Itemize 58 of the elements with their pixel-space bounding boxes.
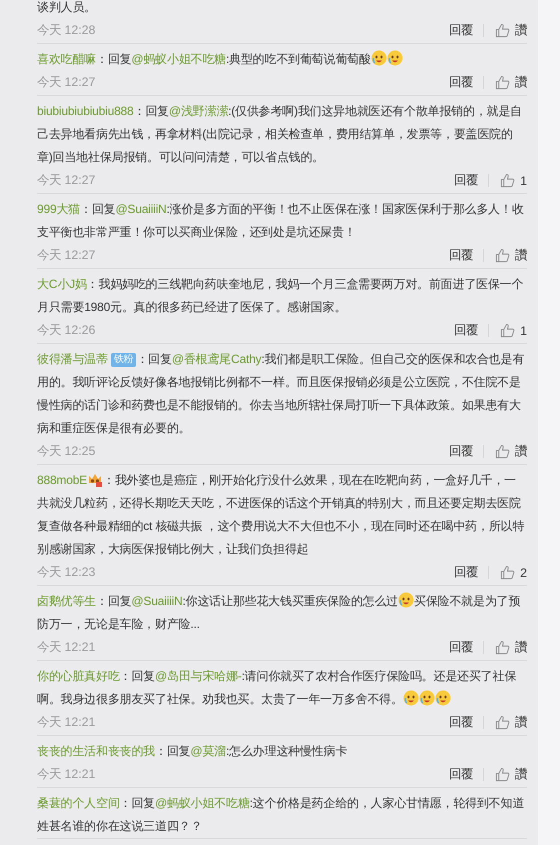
comment-time: 今天 12:23	[37, 564, 96, 581]
reply-link[interactable]: 回覆	[449, 766, 473, 783]
reply-link[interactable]: 回覆	[454, 172, 478, 189]
emoji-icon	[434, 690, 451, 706]
comment-time: 今天 12:25	[37, 443, 96, 460]
comment-text: 999大猫：回复@SuaiiiiN:涨价是多方面的平衡！也不止医保在涨！国家医保利于那么多人！收支平衡也非常严重！你可以买商业保险，还到处是坑还屎贵！	[37, 201, 525, 241]
like-button[interactable]: 讚	[495, 766, 527, 783]
comment-text: 你的心脏真好吃：回复@岛田与宋哈娜-:请问你就买了农村合作医疗保险吗。还是还买了社保啊。我身边很多朋友买了社保。劝我也买。太贵了一年一万多舍不得。	[37, 668, 518, 708]
like-button[interactable]: 讚	[495, 443, 527, 460]
emoji-icon	[386, 50, 403, 66]
thumbs-up-icon	[495, 767, 510, 782]
comment-text: 谈判人员。	[37, 0, 98, 16]
thumbs-up-icon	[495, 444, 510, 459]
thumbs-up-icon	[495, 248, 510, 263]
like-button[interactable]: 讚	[495, 74, 527, 91]
reply-link[interactable]: 回覆	[449, 74, 473, 91]
comment-time: 今天 12:21	[37, 766, 96, 783]
reply-link[interactable]: 回覆	[449, 443, 473, 460]
comment-text: 桑葚的个人空间：回复@蚂蚁小姐不吃糖:这个价格是药企给的，人家心甘情愿，轮得到不知道姓甚名谁的你在这说三道四？？	[37, 795, 526, 835]
comment-text: 丧丧的生活和丧丧的我：回复@莫溜:怎么办理这种慢性病卡	[37, 743, 348, 760]
thumbs-up-icon	[495, 75, 510, 90]
comment-time: 今天 12:28	[37, 22, 96, 39]
thumbs-up-icon	[495, 23, 510, 38]
emoji-icon	[398, 592, 414, 608]
comment-text: 喜欢吃醋嘛：回复@蚂蚁小姐不吃糖:典型的吃不到葡萄说葡萄酸	[37, 48, 527, 71]
thumbs-up-icon	[495, 640, 510, 655]
reply-link[interactable]: 回覆	[449, 639, 473, 656]
like-button[interactable]: 讚	[495, 714, 527, 731]
thumbs-up-icon	[495, 715, 510, 730]
thumbs-up-icon	[500, 173, 516, 188]
thumbs-up-icon	[500, 565, 516, 580]
comment-time: 今天 12:26	[37, 322, 96, 339]
thumbs-up-icon	[500, 323, 516, 338]
reply-link[interactable]: 回覆	[454, 564, 478, 581]
comment-time: 今天 12:27	[37, 74, 96, 91]
comment-time: 今天 12:27	[37, 172, 96, 189]
comment-text: 彼得潘与温蒂 铁粉 ：回复@香根鸢尾Cathy:我们都是职工保险。但自己交的医保和农合也是有用的。我听评论反馈好像各地报销比例都不一样。而且医保报销必须是公立医院，不住院不是慢性病的话门诊和药费也是不能报销的。你去当地所辖社保局打听一下具体政策。如果患有大病和重症医保是很有必要的。	[37, 351, 526, 437]
emoji-icon	[418, 690, 435, 706]
emoji-icon	[402, 690, 419, 706]
like-button[interactable]: 1	[500, 173, 527, 188]
reply-link[interactable]: 回覆	[449, 247, 473, 264]
like-button[interactable]: 讚	[495, 22, 527, 39]
comment-text: 大C小J妈：我妈妈吃的三线靶向药呋奎地尼，我妈一个月三盒需要两万对。前面进了医保一个月只需要1980元。真的很多药已经进了医保了。感谢国家。	[37, 276, 524, 316]
emoji-icon	[370, 50, 387, 66]
reply-link[interactable]: 回覆	[449, 22, 473, 39]
like-button[interactable]: 讚	[495, 247, 527, 264]
comment-time: 今天 12:21	[37, 714, 96, 731]
comment-time: 今天 12:21	[37, 639, 96, 656]
comment-text: biubiubiubiubiu888：回复@浅野潆潆:(仅供参考啊)我们这异地就医还有个散单报销的，就是自己去异地看病先出钱，再拿材料(出院记录，相关检查单，费用结算单，发票等，要盖医院的章)回当地社保局报销。可以问问清楚，可以省点钱的。	[37, 103, 524, 166]
like-button[interactable]: 2	[500, 565, 527, 580]
comment-text: 888mobE ：我外婆也是癌症，刚开始化疗没什么效果，现在在吃靶向药，一盒好几千，一共就没几粒药，还得长期吃天天吃，不进医保的话这个开销真的特别大，而且还要定期去医院复查做各种最精细的ct 核磁共振 ，这个费用说大不大但也不小，现在同时还在喝中药，所以特别感谢国家，大病医保报销比例大，让我们负担得起	[37, 470, 526, 558]
like-button[interactable]: 讚	[495, 639, 527, 656]
like-button[interactable]: 1	[500, 323, 527, 338]
reply-link[interactable]: 回覆	[449, 714, 473, 731]
comment-text: 卤鹅优等生：回复@SuaiiiiN:你这话让那些花大钱买重疾保险的怎么过 买保险不就是为了预防万一，无论是车险，财产险...	[37, 591, 522, 633]
comment-time: 今天 12:27	[37, 247, 96, 264]
fan-badge: 铁粉	[110, 353, 136, 367]
reply-link[interactable]: 回覆	[454, 322, 478, 339]
